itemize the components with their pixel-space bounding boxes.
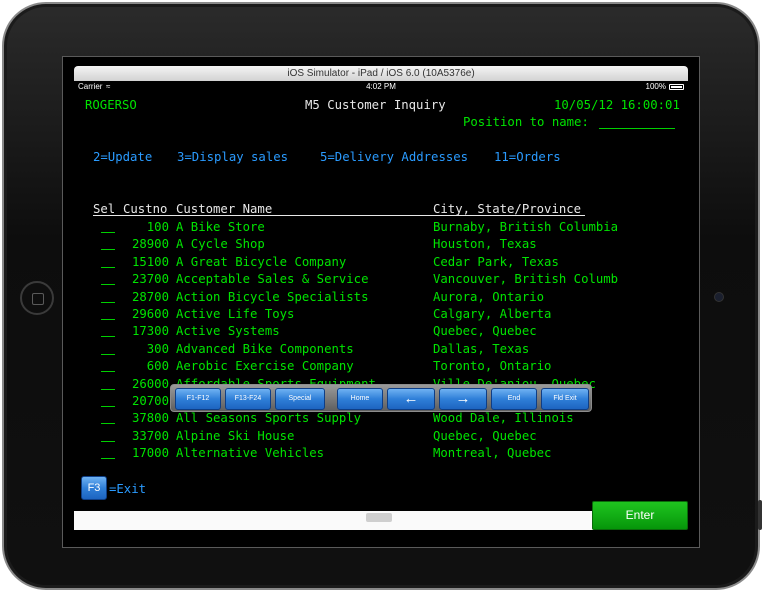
simulator-titlebar: iOS Simulator - iPad / iOS 6.0 (10A5376e… [74,66,688,81]
custno-cell: 28900 [131,237,169,252]
city-cell: Quebec, Quebec [433,324,537,339]
customer-name-cell: Alternative Vehicles [176,446,325,461]
left-arrow-icon[interactable]: ← [387,388,435,410]
custno-cell: 23700 [131,272,169,287]
col-header-name: Customer Name [176,202,273,216]
col-header-custno: Custno [123,202,168,216]
header-underline-city [433,215,585,216]
city-cell: Aurora, Ontario [433,289,545,304]
col-header-sel: Sel [93,202,116,216]
sel-input[interactable] [101,388,115,390]
screen-datetime: 10/05/12 16:00:01 [554,98,680,112]
softkey-toolbar: F1-F12 F13-F24 Special Home ← → End Fld … [170,384,592,412]
field-exit-key[interactable]: Fld Exit [541,388,589,410]
city-cell: Toronto, Ontario [433,359,552,374]
city-cell: Burnaby, British Columbia [433,220,619,234]
custno-cell: 300 [146,341,169,356]
custno-cell: 33700 [131,428,169,443]
city-cell: Houston, Texas [433,237,537,252]
keyboard-grip[interactable] [366,513,392,522]
sel-input[interactable] [101,266,115,268]
customer-name-cell: Advanced Bike Components [176,341,354,356]
custno-cell: 15100 [131,254,169,269]
customer-name-cell: Aerobic Exercise Company [176,359,354,374]
customer-name-cell: A Bike Store [176,220,265,234]
option-delivery-addresses[interactable]: 5=Delivery Addresses [320,150,468,164]
custno-cell: 100 [146,220,169,234]
city-cell: Dallas, Texas [433,341,530,356]
sel-input[interactable] [101,406,115,407]
header-underline [93,215,433,216]
special-key[interactable]: Special [275,388,325,410]
option-display-sales[interactable]: 3=Display sales [177,150,288,164]
customer-name-cell: Active Systems [176,324,280,339]
option-orders[interactable]: 11=Orders [494,150,561,164]
city-cell: Quebec, Quebec [433,428,537,443]
enter-button[interactable]: Enter [592,501,688,530]
sel-input[interactable] [101,423,115,425]
sel-input[interactable] [101,371,115,373]
custno-cell: 26000 [131,376,169,391]
city-cell: Vancouver, British Columb [433,272,619,287]
custno-cell: 37800 [131,411,169,426]
customer-name-cell: Active Life Toys [176,307,295,321]
position-label: Position to name: [463,115,589,129]
customer-name-cell: Alpine Ski House [176,428,295,443]
position-input[interactable] [599,128,675,129]
home-key[interactable]: Home [337,388,383,410]
f1-f12-key[interactable]: F1-F12 [175,388,221,410]
exit-label: =Exit [109,482,147,496]
sel-input[interactable] [101,319,115,320]
customer-name-cell: All Seasons Sports Supply [176,411,362,426]
customer-name-cell: A Cycle Shop [176,237,265,252]
camera-icon [714,292,724,302]
sel-input[interactable] [101,284,115,286]
city-cell: Calgary, Alberta [433,307,552,321]
input-bar [74,511,594,530]
f13-f24-key[interactable]: F13-F24 [225,388,271,410]
sel-input[interactable] [101,336,115,338]
sel-input[interactable] [101,232,115,233]
screen-title: M5 Customer Inquiry [305,98,446,112]
customer-name-cell: Acceptable Sales & Service [176,272,369,287]
f3-button[interactable]: F3 [81,476,107,500]
option-update[interactable]: 2=Update [93,150,152,164]
side-button [758,500,762,530]
customer-name-cell: A Great Bicycle Company [176,254,347,269]
custno-cell: 29600 [131,307,169,321]
col-header-city: City, State/Province [433,202,582,216]
city-cell: Montreal, Quebec [433,446,552,461]
battery-percent: 100% [645,82,666,91]
custno-cell: 17000 [131,446,169,461]
city-cell: Wood Dale, Illinois [433,411,574,426]
sel-input[interactable] [101,249,115,251]
custno-cell: 20700 [131,394,169,408]
status-time: 4:02 PM [366,82,396,91]
custno-cell: 600 [146,359,169,374]
sel-input[interactable] [101,353,115,355]
custno-cell: 28700 [131,289,169,304]
ios-status-bar: Carrier ≈ 4:02 PM 100% [74,81,688,93]
user-id: ROGERSO [85,98,137,112]
right-arrow-icon[interactable]: → [439,388,487,410]
end-key[interactable]: End [491,388,537,410]
customer-name-cell: Action Bicycle Specialists [176,289,369,304]
home-button[interactable] [20,281,54,315]
city-cell: Cedar Park, Texas [433,254,559,269]
sel-input[interactable] [101,458,115,460]
battery-icon [669,84,684,90]
sel-input[interactable] [101,301,115,303]
sel-input[interactable] [101,440,115,442]
custno-cell: 17300 [131,324,169,339]
